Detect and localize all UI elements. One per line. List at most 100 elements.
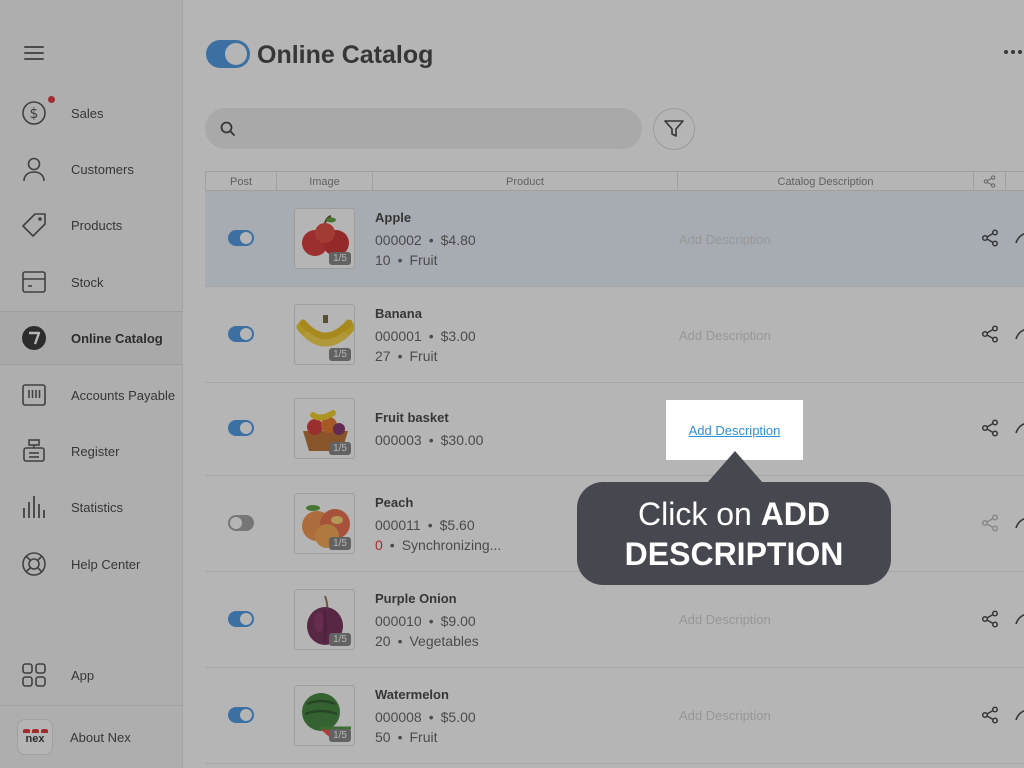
notification-dot xyxy=(48,96,55,103)
grid-icon xyxy=(20,661,48,689)
product-qty: 0 xyxy=(375,537,383,553)
product-thumbnail[interactable]: 1/5 xyxy=(294,398,355,459)
menu-icon[interactable] xyxy=(24,46,44,62)
sidebar-item-products[interactable]: Products xyxy=(0,198,183,252)
more-options-icon[interactable] xyxy=(1004,50,1022,54)
callout-line-1: Click on ADD xyxy=(577,494,891,534)
callout-prefix: Click on xyxy=(637,495,752,532)
product-price: $4.80 xyxy=(440,232,476,248)
sync-status: Synchronizing... xyxy=(401,537,502,553)
product-thumbnail[interactable]: 1/5 xyxy=(294,493,355,554)
sidebar-item-online-catalog[interactable]: Online Catalog xyxy=(0,311,183,365)
add-description-link[interactable]: Add Description xyxy=(679,708,771,723)
dollar-circle-icon: $ xyxy=(20,99,48,127)
sidebar-divider xyxy=(0,705,183,706)
column-header-product: Product xyxy=(372,172,677,191)
product-thumbnail[interactable]: 1/5 xyxy=(294,304,355,365)
sidebar-item-help-center[interactable]: Help Center xyxy=(0,537,183,591)
product-price: $5.00 xyxy=(440,709,476,725)
product-code-price: 000008 • $5.00 xyxy=(375,709,476,725)
edit-icon[interactable] xyxy=(1015,516,1024,530)
sidebar-item-label: Customers xyxy=(71,161,134,177)
edit-icon[interactable] xyxy=(1015,327,1024,341)
add-description-link[interactable]: Add Description xyxy=(679,612,771,627)
image-count-badge: 1/5 xyxy=(329,729,351,742)
share-icon xyxy=(983,175,996,188)
product-qty-category: 50 • Fruit xyxy=(375,729,438,745)
product-code-price: 000010 • $9.00 xyxy=(375,613,476,629)
product-qty: 20 xyxy=(375,633,391,649)
sidebar-item-stock[interactable]: Stock xyxy=(0,255,183,309)
image-count-badge: 1/5 xyxy=(329,348,351,361)
share-icon[interactable] xyxy=(981,610,999,628)
add-description-link[interactable]: Add Description xyxy=(689,423,781,438)
product-qty: 10 xyxy=(375,252,391,268)
post-toggle[interactable] xyxy=(228,230,254,246)
add-description-link[interactable]: Add Description xyxy=(679,232,771,247)
product-thumbnail[interactable]: 1/5 xyxy=(294,685,355,746)
sidebar-item-register[interactable]: Register xyxy=(0,424,183,478)
sidebar-item-label: Sales xyxy=(71,105,104,121)
sidebar-item-statistics[interactable]: Statistics xyxy=(0,480,183,534)
column-header-image: Image xyxy=(276,172,372,191)
table-row[interactable]: 1/5 Purple Onion 000010 • $9.00 20 • Vegetab… xyxy=(205,572,1024,668)
table-row[interactable]: 1/5 Apple 000002 • $4.80 10 • Fruit Add Desc… xyxy=(205,191,1024,287)
product-price: $9.00 xyxy=(440,613,476,629)
product-qty-category: 10 • Fruit xyxy=(375,252,438,268)
search-input[interactable] xyxy=(205,108,642,149)
product-qty-category: 27 • Fruit xyxy=(375,348,438,364)
edit-icon[interactable] xyxy=(1015,421,1024,435)
callout-bold-2: DESCRIPTION xyxy=(624,535,844,572)
product-code: 000001 xyxy=(375,328,422,344)
share-icon[interactable] xyxy=(981,419,999,437)
svg-text:$: $ xyxy=(30,106,39,122)
post-toggle[interactable] xyxy=(228,707,254,723)
share-icon[interactable] xyxy=(981,229,999,247)
table-row[interactable]: 1/5 Watermelon 000008 • $5.00 50 • Fruit Add… xyxy=(205,668,1024,764)
filter-button[interactable] xyxy=(653,108,695,150)
callout-line-2: DESCRIPTION xyxy=(577,534,891,574)
product-thumbnail[interactable]: 1/5 xyxy=(294,208,355,269)
sidebar-item-customers[interactable]: Customers xyxy=(0,142,183,196)
sidebar-item-about-nex[interactable]: nex About Nex xyxy=(0,710,183,764)
column-header-share xyxy=(973,172,1005,191)
add-description-link[interactable]: Add Description xyxy=(679,328,771,343)
sidebar-item-app[interactable]: App xyxy=(0,648,183,702)
share-icon[interactable] xyxy=(981,514,999,532)
edit-icon[interactable] xyxy=(1015,708,1024,722)
product-price: $5.60 xyxy=(439,517,475,533)
product-name: Fruit basket xyxy=(375,410,449,425)
table-row[interactable]: 1/5 Banana 000001 • $3.00 27 • Fruit Add Des… xyxy=(205,287,1024,383)
post-toggle[interactable] xyxy=(228,420,254,436)
catalog-toggle[interactable] xyxy=(206,40,250,68)
post-toggle[interactable] xyxy=(228,611,254,627)
product-code: 000010 xyxy=(375,613,422,629)
product-code-price: 000001 • $3.00 xyxy=(375,328,476,344)
table-row[interactable]: 1/5 Fruit basket 000003 • $30.00 xyxy=(205,383,1024,476)
edit-icon[interactable] xyxy=(1015,612,1024,626)
product-code-price: 000011 • $5.60 xyxy=(375,517,475,533)
post-toggle[interactable] xyxy=(228,515,254,531)
image-count-badge: 1/5 xyxy=(329,252,351,265)
catalog-icon xyxy=(20,324,48,352)
product-name: Banana xyxy=(375,306,422,321)
edit-icon[interactable] xyxy=(1015,231,1024,245)
product-qty-category: 20 • Vegetables xyxy=(375,633,479,649)
sidebar-item-label: App xyxy=(71,667,95,683)
column-header-post: Post xyxy=(205,172,276,191)
sidebar-item-accounts-payable[interactable]: Accounts Payable xyxy=(0,368,183,422)
image-count-badge: 1/5 xyxy=(329,537,351,550)
image-count-badge: 1/5 xyxy=(329,442,351,455)
share-icon[interactable] xyxy=(981,706,999,724)
product-code: 000003 xyxy=(375,432,422,448)
sidebar-item-sales[interactable]: $ Sales xyxy=(0,86,183,140)
product-code: 000002 xyxy=(375,232,422,248)
person-icon xyxy=(20,155,48,183)
callout-bold-1: ADD xyxy=(760,495,831,532)
product-thumbnail[interactable]: 1/5 xyxy=(294,589,355,650)
post-toggle[interactable] xyxy=(228,326,254,342)
product-price: $30.00 xyxy=(440,432,484,448)
product-code-price: 000002 • $4.80 xyxy=(375,232,476,248)
product-category: Vegetables xyxy=(409,633,479,649)
share-icon[interactable] xyxy=(981,325,999,343)
